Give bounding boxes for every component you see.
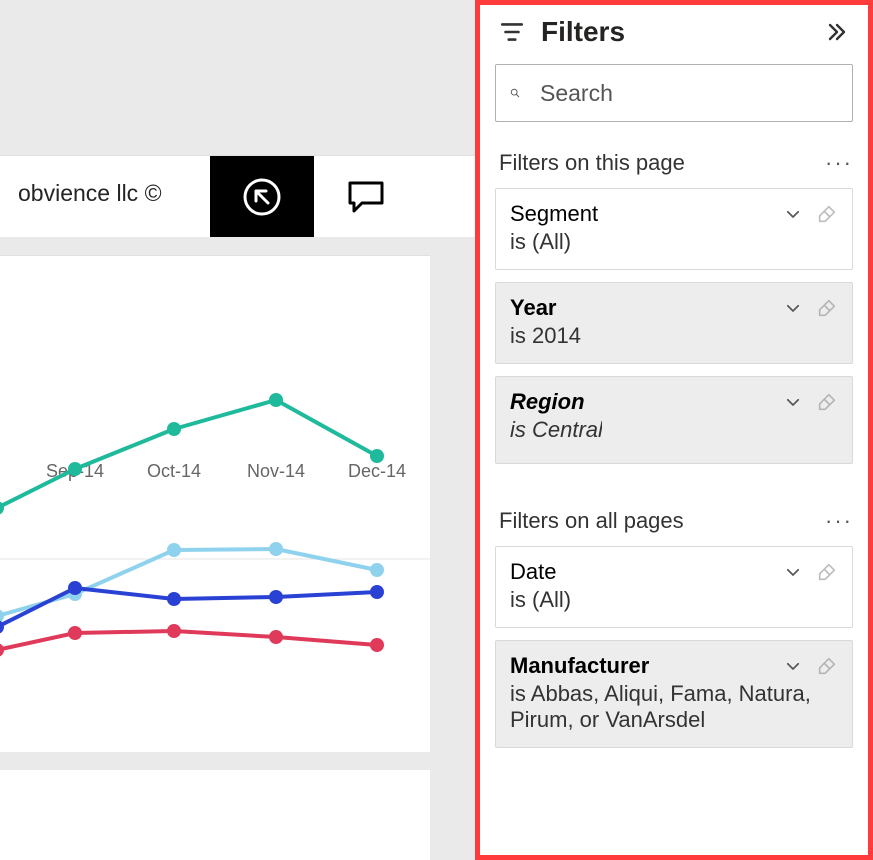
chevron-down-icon: [784, 563, 802, 581]
report-header-strip: obvience llc ©: [0, 155, 475, 237]
chart-data-point[interactable]: [0, 609, 4, 623]
filter-field-name: Segment: [510, 201, 784, 227]
chart-data-point[interactable]: [167, 624, 181, 638]
chart-series-line: [0, 400, 377, 508]
filter-card[interactable]: Yearis 2014: [495, 282, 853, 364]
visual-below-chart: [0, 770, 430, 860]
clear-filter-icon[interactable]: [816, 203, 838, 225]
copyright-text: obvience llc ©: [18, 180, 162, 207]
section-more-icon[interactable]: ···: [825, 150, 853, 176]
section-label: Filters on this page: [499, 150, 685, 176]
chart-data-point[interactable]: [269, 590, 283, 604]
chart-data-point[interactable]: [370, 585, 384, 599]
filter-field-value: is Abbas, Aliqui, Fama, Natura, Pirum, o…: [510, 681, 838, 733]
filter-card[interactable]: Segmentis (All): [495, 188, 853, 270]
filter-field-value: is (All): [510, 587, 838, 613]
expand-filter-button[interactable]: [784, 205, 802, 223]
chart-data-point[interactable]: [269, 542, 283, 556]
arrow-circle-icon: [238, 173, 286, 221]
chart-data-point[interactable]: [167, 592, 181, 606]
chart-data-point[interactable]: [68, 581, 82, 595]
chart-data-point[interactable]: [0, 643, 4, 657]
x-tick-label: Dec-14: [348, 461, 406, 481]
filter-field-value: is (All): [510, 229, 838, 255]
chart-data-point[interactable]: [68, 626, 82, 640]
canvas-top-blank: [0, 0, 475, 155]
filters-header: Filters: [495, 10, 853, 64]
filter-card[interactable]: Regionis Central: [495, 376, 853, 464]
filters-title: Filters: [541, 16, 825, 48]
comment-icon: [344, 175, 388, 219]
chart-data-point[interactable]: [370, 563, 384, 577]
section-more-icon[interactable]: ···: [825, 508, 853, 534]
chart-data-point[interactable]: [370, 638, 384, 652]
clear-filter-icon[interactable]: [816, 297, 838, 319]
collapse-pane-icon[interactable]: [825, 20, 849, 44]
filter-icon: [499, 19, 525, 45]
clear-filter-icon[interactable]: [816, 655, 838, 677]
filter-field-value: is Central: [510, 417, 838, 449]
chart-data-point[interactable]: [269, 393, 283, 407]
filter-field-name: Date: [510, 559, 784, 585]
canvas-right-pad: [430, 255, 475, 860]
app-root: obvience llc © Sep-14Oct-14Nov-14Dec-14: [0, 0, 873, 860]
expand-filter-button[interactable]: [784, 393, 802, 411]
canvas-gap: [0, 237, 475, 255]
expand-filter-button[interactable]: [784, 657, 802, 675]
filter-field-value: is 2014: [510, 323, 838, 349]
canvas-gap-2: [0, 752, 430, 770]
filter-card[interactable]: Dateis (All): [495, 546, 853, 628]
filter-field-name: Year: [510, 295, 784, 321]
section-filters-on-page: Filters on this page ···: [499, 150, 853, 176]
filter-field-name: Region: [510, 389, 784, 415]
chevron-down-icon: [784, 299, 802, 317]
clear-filter-icon[interactable]: [816, 391, 838, 413]
chart-data-point[interactable]: [167, 543, 181, 557]
chart-data-point[interactable]: [370, 449, 384, 463]
filter-field-name: Manufacturer: [510, 653, 784, 679]
chart-series-line: [0, 631, 377, 673]
expand-filter-button[interactable]: [784, 563, 802, 581]
line-chart[interactable]: Sep-14Oct-14Nov-14Dec-14: [0, 255, 430, 752]
expand-filter-button[interactable]: [784, 299, 802, 317]
chart-data-point[interactable]: [269, 630, 283, 644]
chevron-down-icon: [784, 657, 802, 675]
section-filters-on-all-pages: Filters on all pages ···: [499, 508, 853, 534]
chevron-down-icon: [784, 205, 802, 223]
filter-search-input[interactable]: [538, 79, 838, 108]
comment-button[interactable]: [314, 156, 418, 238]
chart-data-point[interactable]: [167, 422, 181, 436]
line-chart-svg: Sep-14Oct-14Nov-14Dec-14: [0, 256, 430, 753]
chart-data-point[interactable]: [68, 462, 82, 476]
x-tick-label: Nov-14: [247, 461, 305, 481]
filter-card[interactable]: Manufactureris Abbas, Aliqui, Fama, Natu…: [495, 640, 853, 748]
search-icon: [510, 80, 520, 106]
section-label: Filters on all pages: [499, 508, 684, 534]
nav-arrow-button[interactable]: [210, 156, 314, 238]
chevron-down-icon: [784, 393, 802, 411]
clear-filter-icon[interactable]: [816, 561, 838, 583]
filters-pane: Filters Filters on this page ··· Segment…: [475, 0, 873, 860]
filter-search-box[interactable]: [495, 64, 853, 122]
x-tick-label: Oct-14: [147, 461, 201, 481]
